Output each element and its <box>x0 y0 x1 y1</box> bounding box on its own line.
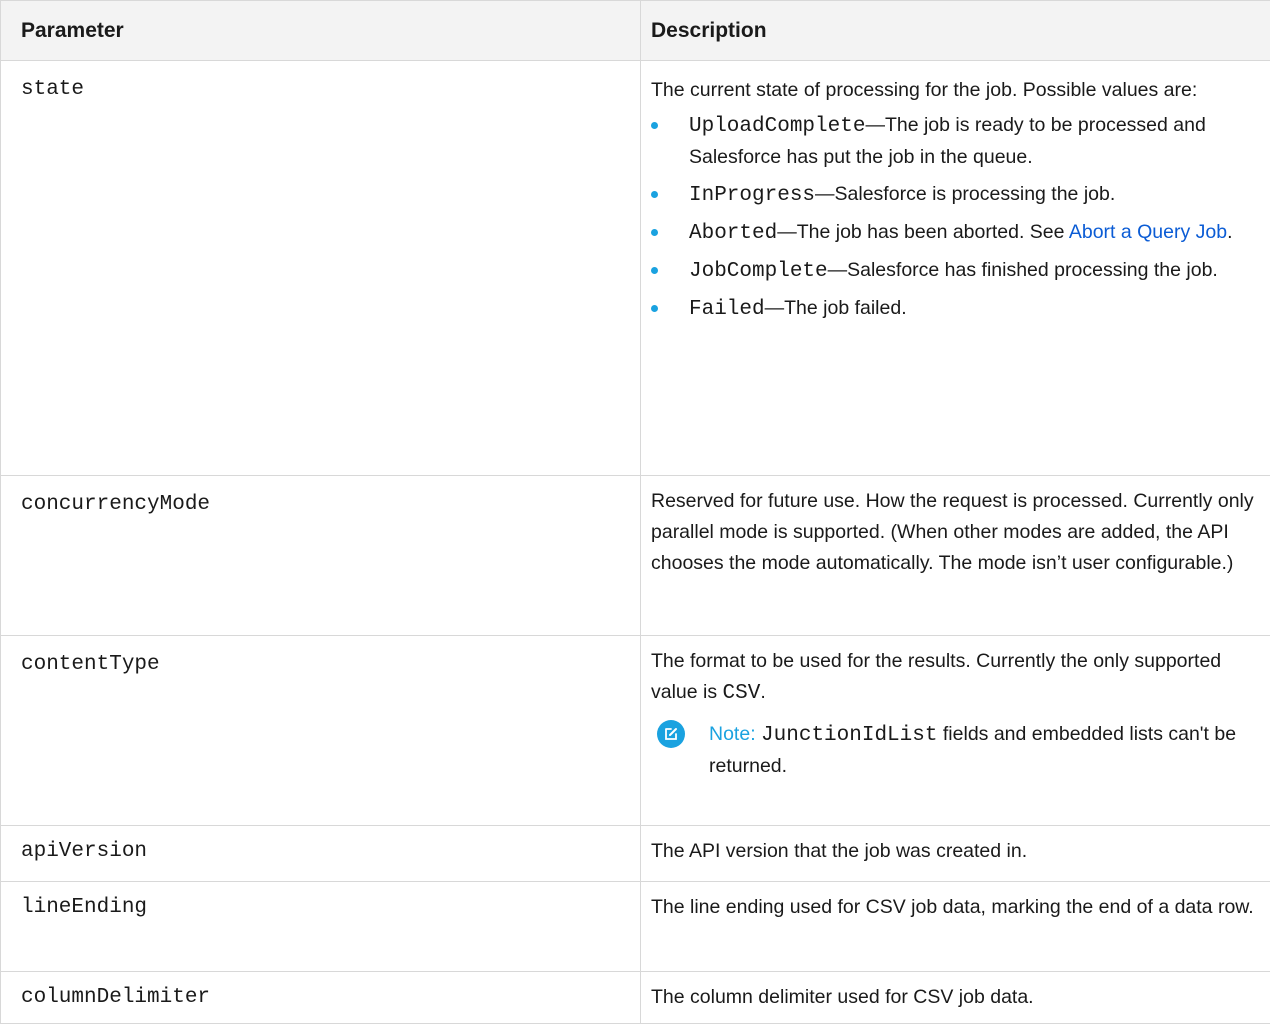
table-row: lineEnding The line ending used for CSV … <box>1 882 1270 972</box>
parameter-description: The column delimiter used for CSV job da… <box>641 972 1270 1024</box>
value-text: —The job has been aborted. See <box>777 221 1069 243</box>
value-code: JobComplete <box>689 260 828 283</box>
parameter-name: concurrencyMode <box>1 476 641 636</box>
parameter-column-header: Parameter <box>1 1 641 61</box>
table-row: contentType The format to be used for th… <box>1 636 1270 826</box>
table-row: state The current state of processing fo… <box>1 61 1270 476</box>
parameter-description: The format to be used for the results. C… <box>641 636 1270 826</box>
bullet-icon <box>651 122 658 129</box>
value-code: CSV <box>723 682 761 705</box>
value-text: —Salesforce is processing the job. <box>815 183 1115 205</box>
bullet-icon <box>651 305 658 312</box>
value-text-end: . <box>1227 221 1232 243</box>
value-code: InProgress <box>689 184 815 207</box>
description-column-header: Description <box>641 1 1270 61</box>
value-code: UploadComplete <box>689 115 865 138</box>
list-item: UploadComplete—The job is ready to be pr… <box>651 110 1262 173</box>
note-label: Note: <box>709 723 756 745</box>
list-item: Failed—The job failed. <box>651 293 1262 325</box>
value-text: —Salesforce has finished processing the … <box>828 259 1218 281</box>
bullet-icon <box>651 191 658 198</box>
edit-note-icon <box>657 720 685 748</box>
parameter-name: state <box>1 61 641 476</box>
description-text-end: . <box>760 681 765 703</box>
value-code: Failed <box>689 298 765 321</box>
value-code: Aborted <box>689 222 777 245</box>
table-row: concurrencyMode Reserved for future use.… <box>1 476 1270 636</box>
parameter-description: The current state of processing for the … <box>641 61 1270 476</box>
table-row: apiVersion The API version that the job … <box>1 826 1270 882</box>
list-item: InProgress—Salesforce is processing the … <box>651 179 1262 211</box>
list-item: JobComplete—Salesforce has finished proc… <box>651 255 1262 287</box>
description-text: The format to be used for the results. C… <box>651 646 1262 709</box>
parameter-name: contentType <box>1 636 641 826</box>
table-row: columnDelimiter The column delimiter use… <box>1 972 1270 1024</box>
parameter-name: columnDelimiter <box>1 972 641 1024</box>
parameter-name: lineEnding <box>1 882 641 972</box>
parameter-name: apiVersion <box>1 826 641 882</box>
parameter-description: The line ending used for CSV job data, m… <box>641 882 1270 972</box>
note-callout: Note: JunctionIdList fields and embedded… <box>651 719 1262 782</box>
list-item: Aborted—The job has been aborted. See Ab… <box>651 217 1262 249</box>
table-header-row: Parameter Description <box>1 1 1270 61</box>
bullet-icon <box>651 229 658 236</box>
abort-query-job-link[interactable]: Abort a Query Job <box>1069 221 1227 243</box>
parameter-description: Reserved for future use. How the request… <box>641 476 1270 636</box>
bullet-icon <box>651 267 658 274</box>
parameter-description: The API version that the job was created… <box>641 826 1270 882</box>
description-text: The current state of processing for the … <box>651 75 1262 106</box>
value-text: —The job failed. <box>765 297 907 319</box>
state-values-list: UploadComplete—The job is ready to be pr… <box>651 110 1262 325</box>
parameters-table: Parameter Description state The current … <box>0 0 1270 1024</box>
value-code: JunctionIdList <box>761 724 937 747</box>
